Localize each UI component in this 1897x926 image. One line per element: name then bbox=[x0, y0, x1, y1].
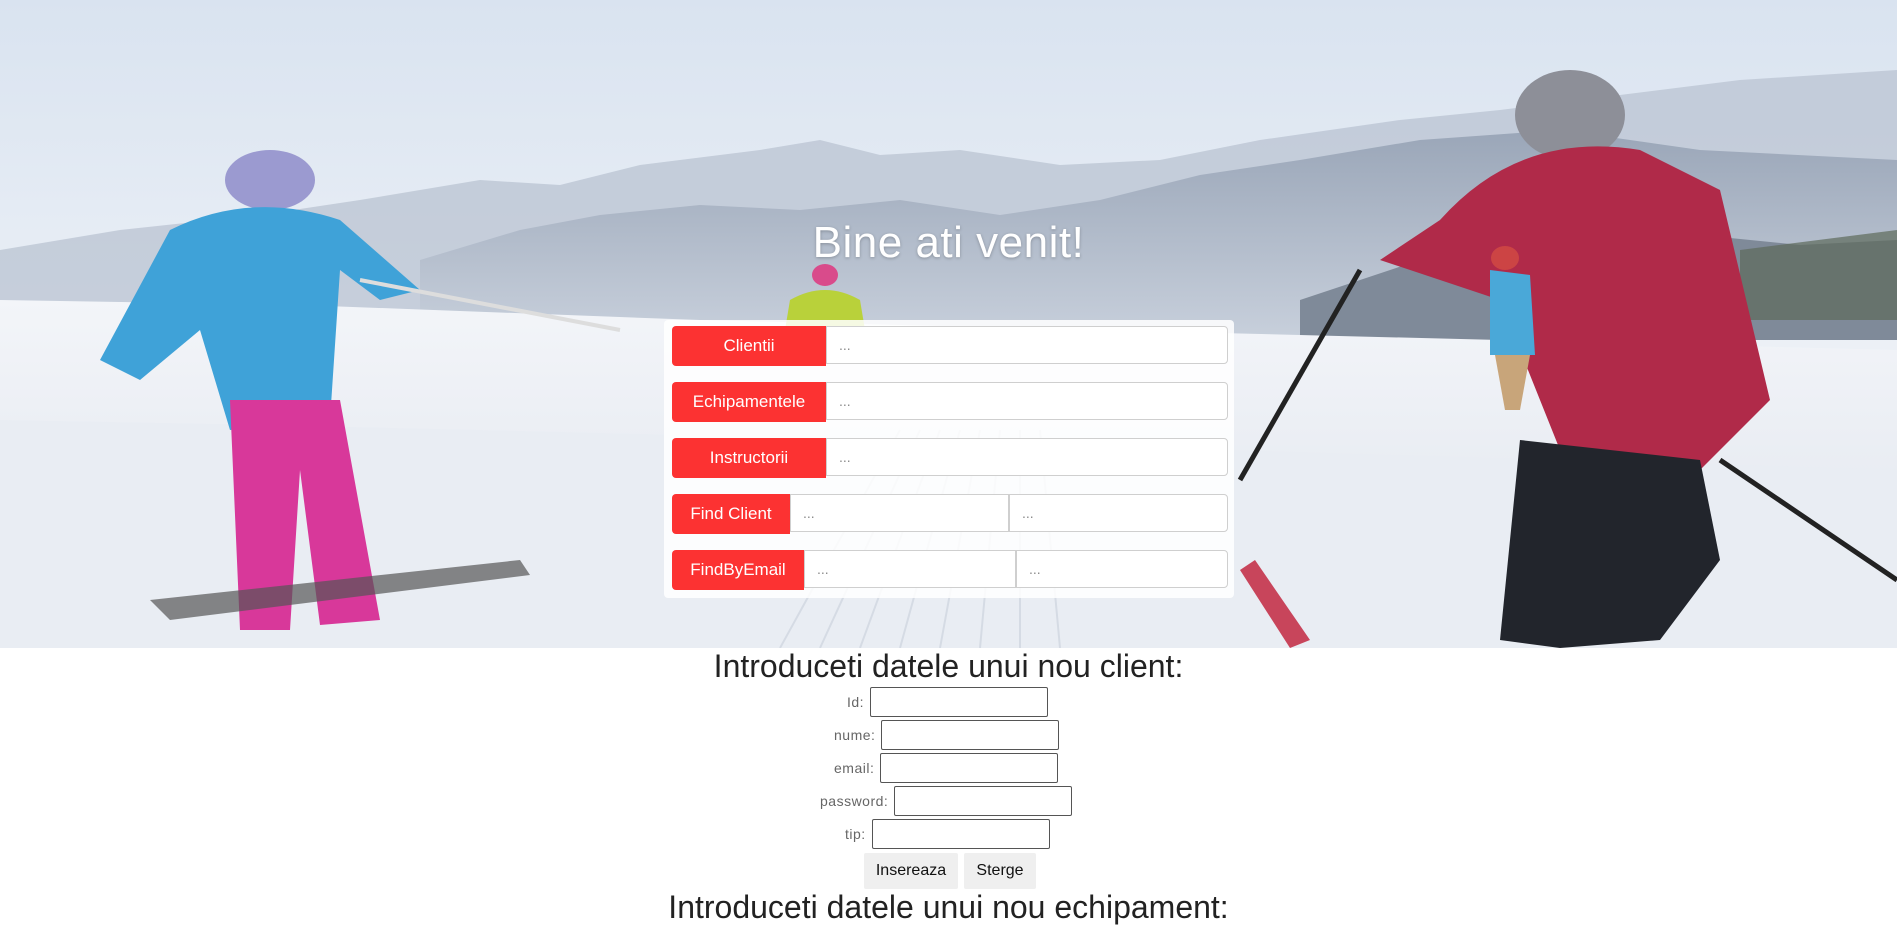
password-input[interactable] bbox=[894, 786, 1073, 816]
action-panel: Clientii Echipamentele Instructorii Find… bbox=[664, 320, 1234, 598]
insert-client-button[interactable]: Insereaza bbox=[864, 853, 958, 889]
find-client-output-field[interactable] bbox=[1009, 494, 1228, 532]
id-input[interactable] bbox=[870, 687, 1049, 717]
nume-label: nume: bbox=[834, 727, 876, 743]
id-label: Id: bbox=[847, 694, 865, 710]
find-by-email-output-field[interactable] bbox=[1016, 550, 1228, 588]
equipment-output-field[interactable] bbox=[826, 382, 1228, 420]
password-label: password: bbox=[820, 793, 889, 809]
row-find-by-email: FindByEmail bbox=[672, 550, 1228, 590]
nume-row: nume: bbox=[834, 720, 1060, 750]
nume-input[interactable] bbox=[881, 720, 1060, 750]
email-label: email: bbox=[834, 760, 875, 776]
tip-row: tip: bbox=[845, 819, 1050, 849]
equipment-form-title: Introduceti datele unui nou echipament: bbox=[668, 889, 1229, 925]
email-row: email: bbox=[834, 753, 1059, 783]
find-by-email-input[interactable] bbox=[804, 550, 1016, 588]
clients-button[interactable]: Clientii bbox=[672, 326, 826, 366]
row-clients: Clientii bbox=[672, 326, 1228, 366]
delete-client-button[interactable]: Sterge bbox=[964, 853, 1036, 889]
page-title: Bine ati venit! bbox=[812, 218, 1085, 267]
id-row: Id: bbox=[847, 687, 1049, 717]
row-instructors: Instructorii bbox=[672, 438, 1228, 478]
hero-banner: Bine ati venit! Clientii Echipamentele I… bbox=[0, 0, 1897, 648]
clients-output-field[interactable] bbox=[826, 326, 1228, 364]
equipment-button[interactable]: Echipamentele bbox=[672, 382, 826, 422]
client-form-title: Introduceti datele unui nou client: bbox=[713, 648, 1184, 684]
tip-label: tip: bbox=[845, 826, 866, 842]
password-row: password: bbox=[820, 786, 1073, 816]
find-client-input[interactable] bbox=[790, 494, 1009, 532]
row-find-client: Find Client bbox=[672, 494, 1228, 534]
row-equipment: Echipamentele bbox=[672, 382, 1228, 422]
email-input[interactable] bbox=[880, 753, 1059, 783]
instructors-output-field[interactable] bbox=[826, 438, 1228, 476]
tip-input[interactable] bbox=[871, 819, 1050, 849]
find-client-button[interactable]: Find Client bbox=[672, 494, 790, 534]
find-by-email-button[interactable]: FindByEmail bbox=[672, 550, 804, 590]
instructors-button[interactable]: Instructorii bbox=[672, 438, 826, 478]
